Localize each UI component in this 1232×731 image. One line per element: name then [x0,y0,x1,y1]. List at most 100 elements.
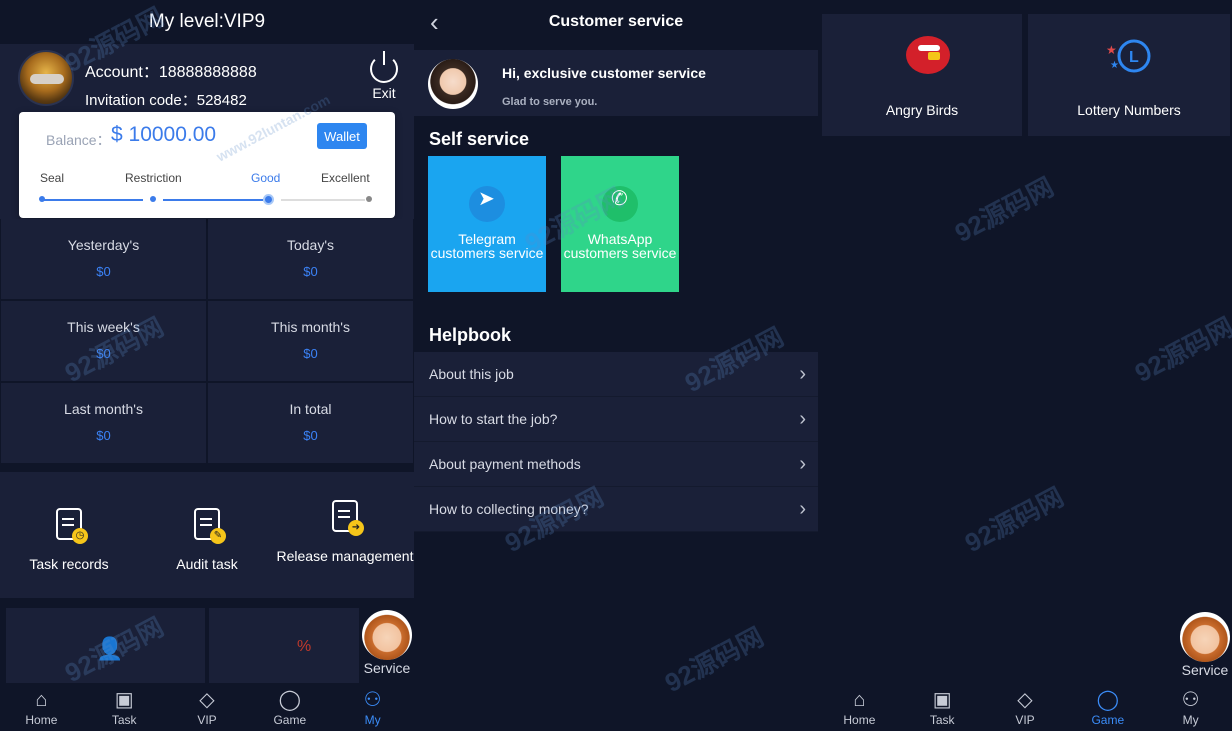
svg-text:★: ★ [1110,60,1119,71]
tile-label: Telegram customers service [430,231,544,261]
tab-vip[interactable]: ◇ VIP [984,683,1067,731]
release-management-button[interactable]: ➜ Release management [276,472,414,598]
tab-my[interactable]: ⚇ My [331,683,414,731]
service-label: Service [1181,662,1229,678]
home-icon: ⌂ [853,689,866,711]
shortcut-team[interactable]: 👤 [6,608,205,686]
stat-title: Yesterday's [67,237,140,253]
help-item[interactable]: How to start the job? › [414,397,818,442]
game-angry-birds[interactable]: Angry Birds [822,14,1022,136]
task-icon: ▣ [932,689,952,711]
avatar[interactable] [18,50,74,106]
telegram-service-button[interactable]: ➤ Telegram customers service [428,156,546,292]
level-dot-restriction [150,196,156,202]
page-header: ‹ Customer service [414,0,818,44]
chevron-right-icon: › [799,408,806,430]
help-item[interactable]: How to collecting money? › [414,487,818,532]
invitation-row: Invitation code：528482 [85,89,247,110]
wallet-button[interactable]: Wallet [317,123,367,149]
game-label: Lottery Numbers [1077,102,1181,118]
game-icon: ◯ [278,689,301,711]
stat-last-month: Last month's $0 [1,383,206,463]
stat-yesterday: Yesterday's $0 [1,219,206,299]
action-label: Audit task [176,556,238,572]
power-icon [370,51,398,83]
invitation-label: Invitation code： [85,92,197,109]
account-value: 18888888888 [158,64,257,81]
game-lottery-numbers[interactable]: L ★ ★ Lottery Numbers [1028,14,1230,136]
chevron-right-icon: › [799,498,806,520]
tab-home[interactable]: ⌂ Home [0,683,83,731]
stat-value: $0 [303,428,318,443]
service-button[interactable]: Service [360,610,414,676]
task-icon: ▣ [114,689,134,711]
tab-vip[interactable]: ◇ VIP [166,683,249,731]
user-icon: ⚇ [363,689,382,711]
shortcut-row: 👤 % [0,608,414,686]
shortcut-discount[interactable]: % [209,608,359,686]
exit-label: Exit [372,85,396,101]
game-icon: ◯ [1096,689,1119,711]
stat-value: $0 [96,428,111,443]
stat-value: $0 [96,264,111,279]
help-item[interactable]: About payment methods › [414,442,818,487]
tab-game[interactable]: ◯ Game [248,683,331,731]
invitation-value: 528482 [196,92,247,109]
account-label: Account： [85,64,159,81]
back-icon[interactable]: ‹ [430,0,439,44]
action-grid: ◷ Task records ✎ Audit task ➜ Release ma… [0,472,414,598]
stat-title: This week's [67,319,140,335]
balance-card: Balance： $ 10000.00 Wallet Seal Restrict… [19,112,395,218]
whatsapp-service-button[interactable]: ✆ WhatsApp customers service [561,156,679,292]
page-title: My level:VIP9 [0,0,414,44]
level-excellent: Excellent [321,171,370,185]
task-records-icon: ◷ [56,508,88,544]
audit-task-icon: ✎ [194,508,226,544]
tab-task[interactable]: ▣ Task [901,683,984,731]
exit-button[interactable]: Exit [368,51,400,101]
helpbook-list: About this job › How to start the job? › A… [414,352,818,532]
task-records-button[interactable]: ◷ Task records [0,472,138,598]
service-avatar [1180,612,1230,662]
service-button[interactable]: Service [1178,612,1232,678]
user-icon: ⚇ [1181,689,1200,711]
diamond-icon: ◇ [199,689,215,711]
bottom-tabbar: ⌂ Home ▣ Task ◇ VIP ◯ Game ⚇ My [818,683,1232,731]
lottery-icon: L ★ ★ [1106,39,1151,73]
chevron-right-icon: › [799,363,806,385]
greeting-title: Hi, exclusive customer service [502,65,706,81]
stat-value: $0 [303,346,318,361]
tab-home[interactable]: ⌂ Home [818,683,901,731]
svg-text:L: L [1129,49,1139,66]
level-track-3 [281,199,365,201]
stat-title: This month's [271,319,350,335]
game-label: Angry Birds [885,102,959,118]
tab-game[interactable]: ◯ Game [1066,683,1149,731]
angry-bird-icon [906,36,950,74]
action-label: Task records [29,556,109,572]
telegram-icon: ➤ [469,186,505,222]
self-service-heading: Self service [429,129,530,149]
customer-service-panel: ‹ Customer service Hi, exclusive custome… [414,0,818,731]
stat-this-month: This month's $0 [208,301,413,381]
svg-text:★: ★ [1106,43,1117,57]
stat-in-total: In total $0 [208,383,413,463]
discount-icon: % [297,638,312,655]
stat-title: Last month's [64,401,143,417]
helpbook-heading: Helpbook [429,325,512,345]
help-item[interactable]: About this job › [414,352,818,397]
agent-avatar [428,59,478,109]
user-edit-icon: 👤 [96,636,124,661]
service-label: Service [363,660,411,676]
tab-my[interactable]: ⚇ My [1149,683,1232,731]
stat-value: $0 [303,264,318,279]
page-title: Customer service [548,13,684,30]
balance-label: Balance： [46,132,111,148]
tab-task[interactable]: ▣ Task [83,683,166,731]
whatsapp-icon: ✆ [602,186,638,222]
audit-task-button[interactable]: ✎ Audit task [138,472,276,598]
stat-today: Today's $0 [208,219,413,299]
game-panel: Angry Birds L ★ ★ Lottery Numbers Servic… [818,0,1232,731]
balance-value: $ 10000.00 [111,123,217,146]
greeting-subtitle: Glad to serve you. [502,96,598,108]
